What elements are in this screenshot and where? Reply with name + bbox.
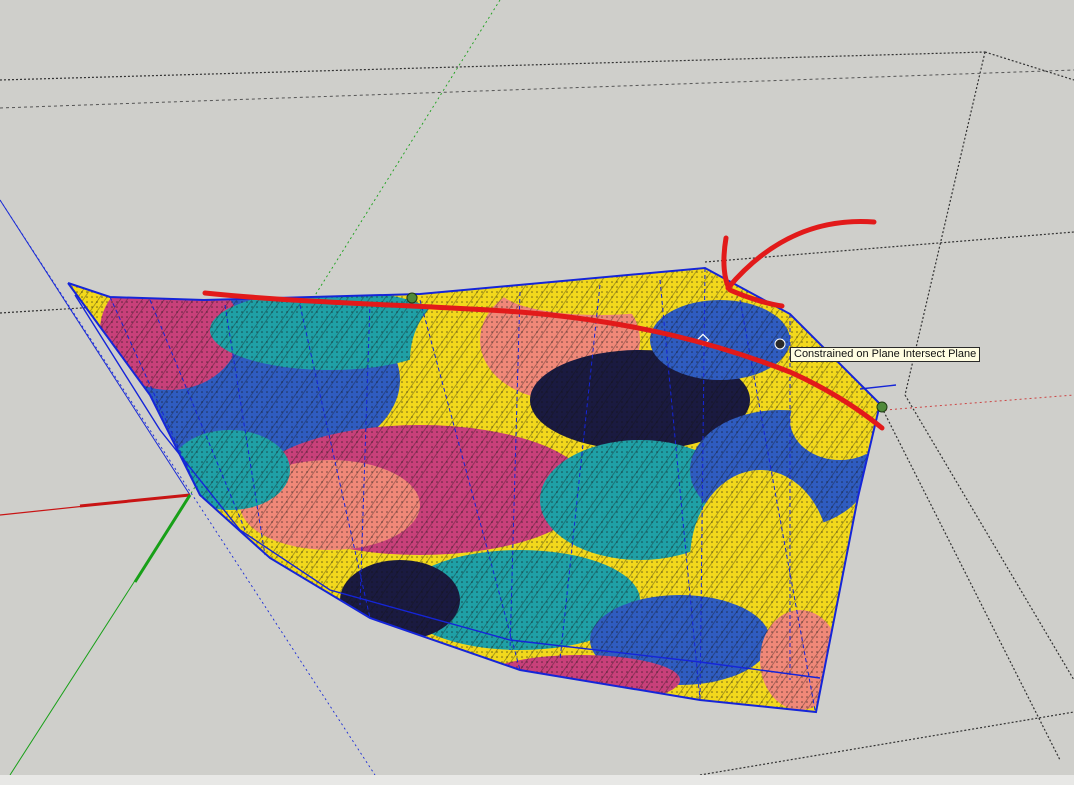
textured-surface[interactable] — [60, 260, 890, 720]
bottom-strip — [0, 775, 1074, 785]
model-viewport[interactable] — [0, 0, 1074, 785]
cursor-point-marker — [774, 338, 786, 350]
inference-tooltip: Constrained on Plane Intersect Plane — [790, 347, 981, 362]
red-axis-highlight — [79, 493, 191, 508]
green-axis-highlight — [133, 494, 192, 583]
endpoint-marker — [876, 401, 888, 413]
endpoint-marker — [406, 292, 418, 304]
